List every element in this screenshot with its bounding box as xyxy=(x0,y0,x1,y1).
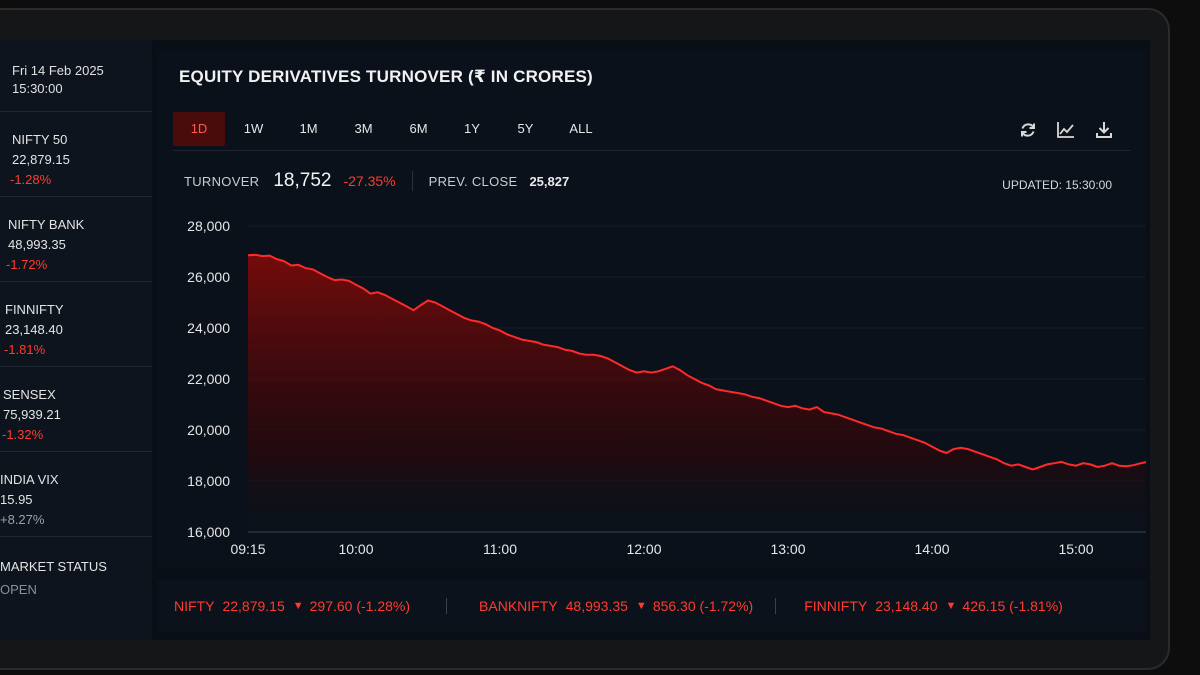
tab-1y[interactable]: 1Y xyxy=(445,112,499,146)
x-tick-label: 09:15 xyxy=(230,541,265,557)
ticker-change: 426.15 (-1.81%) xyxy=(962,598,1063,614)
turnover-label: TURNOVER xyxy=(184,174,260,189)
x-tick-label: 15:00 xyxy=(1058,541,1093,557)
index-value: 75,939.21 xyxy=(3,407,61,422)
down-arrow-icon: ▼ xyxy=(635,600,647,612)
ticker-symbol: NIFTY xyxy=(174,598,215,614)
x-tick-label: 14:00 xyxy=(914,541,949,557)
index-value: 23,148.40 xyxy=(5,322,63,337)
tab-all[interactable]: ALL xyxy=(552,112,610,146)
index-name: SENSEX xyxy=(3,387,56,402)
sidebar-item-sensex[interactable]: SENSEX 75,939.21 -1.32% xyxy=(0,367,152,452)
stats-separator xyxy=(411,171,413,191)
index-change: -1.28% xyxy=(10,172,52,187)
chart-toolbar xyxy=(1018,120,1114,140)
page-title: EQUITY DERIVATIVES TURNOVER (₹ IN CRORES… xyxy=(179,67,593,86)
x-axis-ticks: 09:15 10:00 11:00 12:00 13:00 14:00 15:00 xyxy=(230,541,1093,557)
time-text: 15:30:00 xyxy=(12,81,63,96)
market-status-value: OPEN xyxy=(0,582,37,597)
prev-close-value: 25,827 xyxy=(529,174,570,189)
ticker-change: 856.30 (-1.72%) xyxy=(652,598,754,614)
tab-3m[interactable]: 3M xyxy=(335,112,392,146)
ticker-item-finnifty[interactable]: FINNIFTY 23,148.40 ▼ 426.15 (-1.81%) xyxy=(804,598,1063,614)
index-ticker: NIFTY 22,879.15 ▼ 297.60 (-1.28%) BANKNI… xyxy=(158,580,1146,632)
x-tick-label: 13:00 xyxy=(770,541,805,557)
sidebar-item-niftybank[interactable]: NIFTY BANK 48,993.35 -1.72% xyxy=(0,197,152,282)
date-time-block: Fri 14 Feb 2025 15:30:00 xyxy=(0,40,152,112)
date-text: Fri 14 Feb 2025 xyxy=(12,63,104,78)
sidebar-item-indiavix[interactable]: INDIA VIX 15.95 +8.27% xyxy=(0,452,152,537)
tab-1w[interactable]: 1W xyxy=(225,112,282,146)
x-tick-label: 12:00 xyxy=(626,541,661,557)
y-tick-label: 16,000 xyxy=(187,524,230,540)
ticker-separator xyxy=(446,598,448,614)
market-sidebar: Fri 14 Feb 2025 15:30:00 NIFTY 50 22,879… xyxy=(0,40,152,640)
divider xyxy=(173,150,1131,151)
index-name: FINNIFTY xyxy=(5,302,64,317)
market-status-label: MARKET STATUS xyxy=(0,559,107,574)
index-value: 22,879.15 xyxy=(12,152,70,167)
turnover-area xyxy=(248,254,1146,532)
y-axis-ticks: 28,000 26,000 24,000 22,000 20,000 18,000 16,0… xyxy=(187,218,230,540)
down-arrow-icon: ▼ xyxy=(292,600,304,612)
ticker-value: 48,993.35 xyxy=(565,598,628,614)
ticker-separator xyxy=(775,598,777,614)
y-tick-label: 20,000 xyxy=(187,422,230,438)
prev-close-label: PREV. CLOSE xyxy=(428,174,518,189)
x-tick-label: 11:00 xyxy=(483,541,517,557)
index-value: 15.95 xyxy=(0,492,33,507)
tab-1m[interactable]: 1M xyxy=(282,112,335,146)
down-arrow-icon: ▼ xyxy=(945,600,957,612)
y-tick-label: 18,000 xyxy=(187,473,230,489)
index-change: -1.32% xyxy=(2,427,44,442)
index-value: 48,993.35 xyxy=(8,237,66,252)
tab-1d[interactable]: 1D xyxy=(173,112,225,146)
ticker-item-nifty[interactable]: NIFTY 22,879.15 ▼ 297.60 (-1.28%) xyxy=(174,598,410,614)
index-change: +8.27% xyxy=(0,512,45,527)
turnover-chart: 28,000 26,000 24,000 22,000 20,000 18,000 16,0… xyxy=(187,218,1146,557)
y-tick-label: 28,000 xyxy=(187,218,230,234)
index-name: NIFTY BANK xyxy=(8,217,85,232)
ticker-change: 297.60 (-1.28%) xyxy=(309,598,411,614)
turnover-change: -27.35% xyxy=(343,173,396,189)
ticker-symbol: BANKNIFTY xyxy=(479,598,558,614)
index-change: -1.72% xyxy=(6,257,48,272)
updated-time: UPDATED: 15:30:00 xyxy=(1002,178,1112,192)
market-status-block: MARKET STATUS OPEN xyxy=(0,537,152,622)
turnover-panel: EQUITY DERIVATIVES TURNOVER (₹ IN CRORES… xyxy=(158,50,1146,568)
turnover-value: 18,752 xyxy=(273,170,332,191)
tab-5y[interactable]: 5Y xyxy=(499,112,552,146)
download-icon[interactable] xyxy=(1094,120,1114,140)
y-tick-label: 26,000 xyxy=(187,269,230,285)
tab-6m[interactable]: 6M xyxy=(392,112,445,146)
turnover-stats: TURNOVER 18,752 -27.35% PREV. CLOSE 25,8… xyxy=(184,170,569,192)
sidebar-item-finnifty[interactable]: FINNIFTY 23,148.40 -1.81% xyxy=(0,282,152,367)
range-tabs: 1D 1W 1M 3M 6M 1Y 5Y ALL xyxy=(173,112,610,146)
index-change: -1.81% xyxy=(4,342,46,357)
ticker-value: 23,148.40 xyxy=(875,598,938,614)
y-tick-label: 22,000 xyxy=(187,371,230,387)
line-chart-icon[interactable] xyxy=(1056,120,1076,140)
y-tick-label: 24,000 xyxy=(187,320,230,336)
index-name: NIFTY 50 xyxy=(12,132,68,147)
ticker-value: 22,879.15 xyxy=(222,598,285,614)
x-tick-label: 10:00 xyxy=(338,541,373,557)
ticker-symbol: FINNIFTY xyxy=(804,598,868,614)
sidebar-item-nifty50[interactable]: NIFTY 50 22,879.15 -1.28% xyxy=(0,112,152,197)
refresh-icon[interactable] xyxy=(1018,120,1038,140)
screen: Fri 14 Feb 2025 15:30:00 NIFTY 50 22,879… xyxy=(0,40,1150,640)
ticker-item-banknifty[interactable]: BANKNIFTY 48,993.35 ▼ 856.30 (-1.72%) xyxy=(479,598,753,614)
index-name: INDIA VIX xyxy=(0,472,59,487)
